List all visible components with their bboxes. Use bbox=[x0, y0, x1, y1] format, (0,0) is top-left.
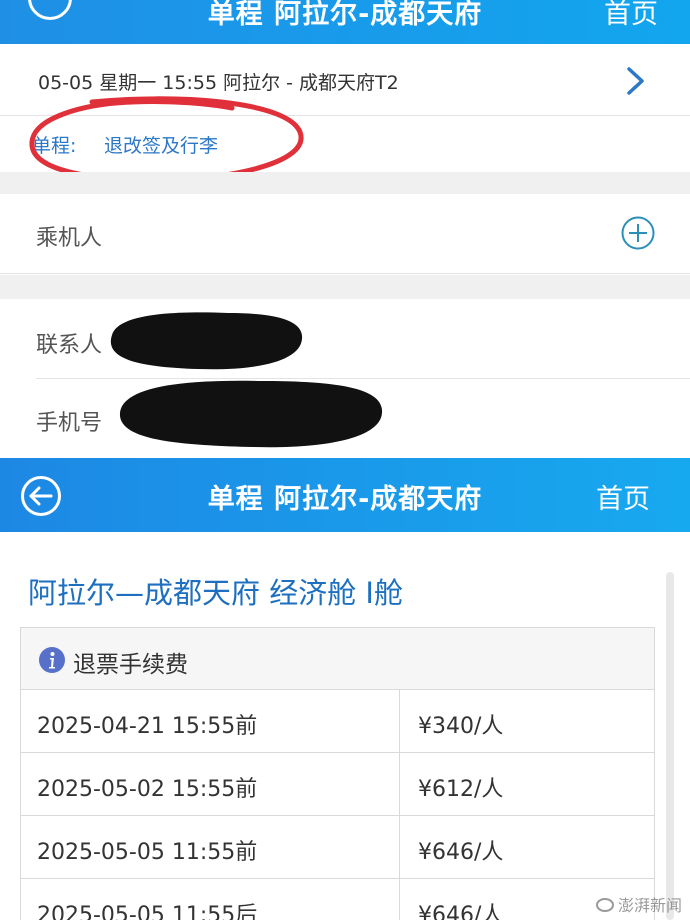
contact-label: 联系人 bbox=[36, 333, 103, 358]
watermark-text: 澎湃新闻 bbox=[617, 896, 682, 915]
fee-time: 2025-05-05 11:55前 bbox=[37, 840, 258, 865]
column-divider bbox=[399, 690, 400, 752]
bottom-header-title: 单程 阿拉尔-成都天府 bbox=[207, 484, 483, 515]
flight-summary-text: 05-05 星期一 15:55 阿拉尔 - 成都天府T2 bbox=[38, 72, 399, 94]
section-divider bbox=[0, 172, 690, 194]
redaction-phone bbox=[119, 380, 383, 448]
fee-time: 2025-05-05 11:55后 bbox=[37, 903, 258, 920]
table-row: 2025-05-05 11:55后 ¥646/人 bbox=[21, 879, 654, 920]
passenger-row[interactable]: 乘机人 bbox=[0, 194, 690, 274]
table-row: 2025-05-02 15:55前 ¥612/人 bbox=[21, 753, 654, 816]
watermark: 澎湃新闻 bbox=[595, 892, 682, 916]
route-title: 阿拉尔—成都天府 经济舱 I舱 bbox=[28, 576, 403, 610]
bottom-header: 单程 阿拉尔-成都天府 首页 bbox=[0, 458, 690, 532]
fee-table-title: 退票手续费 bbox=[73, 652, 188, 678]
weibo-icon bbox=[595, 898, 614, 912]
refund-fee-table: 退票手续费 2025-04-21 15:55前 ¥340/人 2025-05-0… bbox=[20, 627, 655, 920]
chevron-right-icon bbox=[627, 67, 644, 95]
top-home-link[interactable]: 首页 bbox=[604, 0, 658, 31]
table-row: 2025-04-21 15:55前 ¥340/人 bbox=[21, 690, 654, 753]
passenger-label: 乘机人 bbox=[36, 226, 103, 251]
column-divider bbox=[399, 879, 400, 920]
redaction-contact bbox=[110, 312, 303, 370]
fee-amount: ¥646/人 bbox=[418, 903, 504, 920]
fee-amount: ¥646/人 bbox=[418, 840, 504, 865]
info-icon bbox=[39, 647, 65, 673]
fee-table-header: 退票手续费 bbox=[21, 628, 654, 690]
table-row: 2025-05-05 11:55前 ¥646/人 bbox=[21, 816, 654, 879]
column-divider bbox=[399, 816, 400, 878]
scrollbar[interactable] bbox=[666, 572, 674, 920]
top-header: 单程 阿拉尔-成都天府 首页 bbox=[0, 0, 690, 44]
section-divider bbox=[0, 275, 690, 299]
column-divider bbox=[399, 753, 400, 815]
fee-amount: ¥340/人 bbox=[418, 714, 504, 739]
plus-circle-icon[interactable] bbox=[620, 215, 656, 251]
top-header-title: 单程 阿拉尔-成都天府 bbox=[207, 0, 483, 30]
fee-amount: ¥612/人 bbox=[418, 777, 504, 802]
fee-time: 2025-04-21 15:55前 bbox=[37, 714, 258, 739]
bottom-home-link[interactable]: 首页 bbox=[596, 477, 650, 516]
fee-time: 2025-05-02 15:55前 bbox=[37, 777, 258, 802]
phone-label: 手机号 bbox=[36, 411, 103, 436]
